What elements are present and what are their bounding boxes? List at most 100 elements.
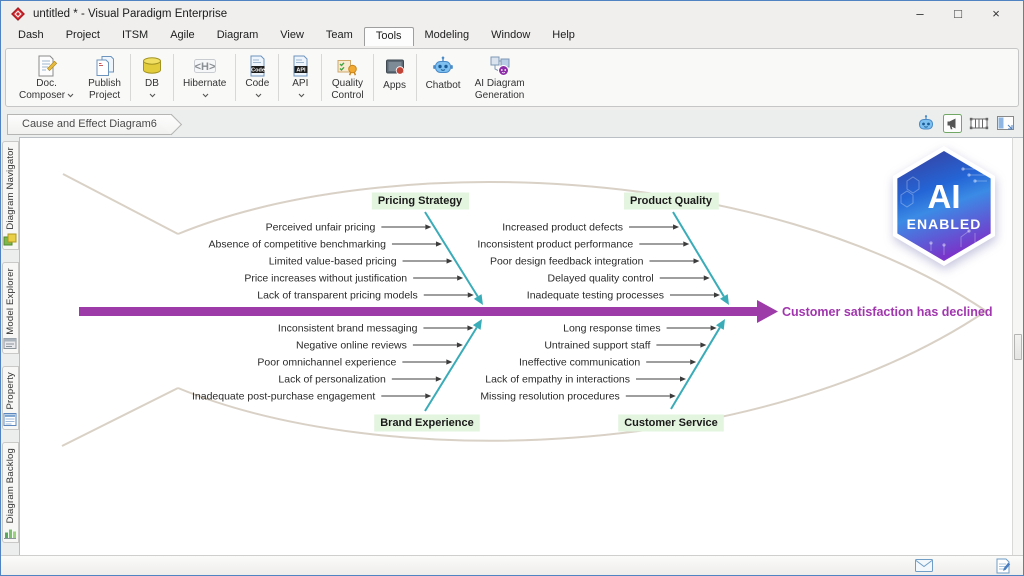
spine-bar[interactable] <box>79 307 757 316</box>
chevron-down-icon <box>147 90 156 102</box>
app-window: untitled * - Visual Paradigm Enterprise … <box>0 0 1024 576</box>
menu-dash[interactable]: Dash <box>7 27 55 46</box>
cause-arrow-head <box>714 292 720 297</box>
statusbar <box>1 555 1023 575</box>
toolbar-separator <box>416 54 417 101</box>
cause-label[interactable]: Delayed quality control <box>548 273 654 285</box>
scrollbar-thumb[interactable] <box>1014 334 1022 360</box>
cause-arrow-head <box>425 393 431 398</box>
menu-window[interactable]: Window <box>480 27 541 46</box>
cause-label[interactable]: Lack of personalization <box>278 374 386 386</box>
code-button[interactable]: CodeCode <box>238 51 276 104</box>
layout-panel-icon[interactable] <box>996 114 1015 133</box>
branch-top-left-head <box>474 294 483 305</box>
close-button[interactable]: × <box>977 2 1015 26</box>
ai-enabled-badge: AI ENABLED <box>886 146 1002 266</box>
menu-team[interactable]: Team <box>315 27 364 46</box>
menu-project[interactable]: Project <box>55 27 111 46</box>
cause-label[interactable]: Negative online reviews <box>296 340 407 352</box>
apps-button[interactable]: Apps <box>376 51 414 104</box>
doc-composer-label: Doc. <box>36 78 57 90</box>
menu-help[interactable]: Help <box>541 27 586 46</box>
cause-label[interactable]: Poor design feedback integration <box>490 256 644 268</box>
category-label[interactable]: Brand Experience <box>380 417 474 429</box>
api-button[interactable]: APIAPI <box>281 51 319 104</box>
titlebar: untitled * - Visual Paradigm Enterprise … <box>1 1 1023 27</box>
publish-project-label: Publish <box>88 78 121 90</box>
ai-diagram-generation-button[interactable]: AI DiagramGeneration <box>468 51 532 104</box>
document-tab[interactable]: Cause and Effect Diagram6 <box>7 114 172 135</box>
cause-label[interactable]: Lack of transparent pricing models <box>257 290 418 302</box>
mail-icon[interactable] <box>915 559 933 572</box>
sidebar-tab-property[interactable]: Property <box>2 366 19 430</box>
doc-composer-button[interactable]: Doc.Composer <box>12 51 81 104</box>
cause-label[interactable]: Ineffective communication <box>519 357 640 369</box>
property-label: Property <box>5 372 16 410</box>
quality-control-button[interactable]: QualityControl <box>324 51 370 104</box>
sidebar-tab-model-explorer[interactable]: Model Explorer <box>2 262 19 355</box>
cause-arrow-head <box>670 393 676 398</box>
spine-arrowhead <box>757 300 778 323</box>
quality-control-label: Control <box>331 90 363 102</box>
branch-bottom-left-head <box>473 319 482 330</box>
menu-itsm[interactable]: ITSM <box>111 27 159 46</box>
sidebar-tab-diagram-navigator[interactable]: Diagram Navigator <box>2 141 19 250</box>
toolbar-separator <box>373 54 374 101</box>
minimize-button[interactable]: – <box>901 2 939 26</box>
cause-label[interactable]: Lack of empathy in interactions <box>485 374 630 386</box>
cause-label[interactable]: Inconsistent product performance <box>477 239 633 251</box>
effect-label[interactable]: Customer satisfaction has declined <box>782 305 992 319</box>
toolbar-separator <box>321 54 322 101</box>
cause-label[interactable]: Perceived unfair pricing <box>266 222 376 234</box>
vertical-scrollbar[interactable] <box>1012 137 1023 555</box>
chatbot-icon <box>431 53 455 80</box>
cause-arrow-head <box>457 342 463 347</box>
cause-label[interactable]: Missing resolution procedures <box>480 391 619 403</box>
maximize-button[interactable]: □ <box>939 2 977 26</box>
cause-label[interactable]: Inadequate post-purchase engagement <box>192 391 375 403</box>
menu-modeling[interactable]: Modeling <box>414 27 481 46</box>
cause-label[interactable]: Limited value-based pricing <box>269 256 397 268</box>
svg-text:Code: Code <box>251 67 265 73</box>
cause-label[interactable]: Inconsistent brand messaging <box>278 323 418 335</box>
category-label[interactable]: Pricing Strategy <box>378 195 463 207</box>
chevron-down-icon <box>296 90 305 102</box>
app-logo-icon <box>11 7 25 21</box>
guide-icon[interactable] <box>943 114 962 133</box>
cause-label[interactable]: Untrained support staff <box>544 340 650 352</box>
cause-arrow-head <box>673 224 679 229</box>
menu-view[interactable]: View <box>269 27 315 46</box>
cause-arrow-head <box>447 258 453 263</box>
cause-arrow-head <box>468 292 474 297</box>
cause-label[interactable]: Price increases without justification <box>244 273 407 285</box>
cause-label[interactable]: Poor omnichannel experience <box>257 357 396 369</box>
diagram-navigator-label: Diagram Navigator <box>5 147 16 230</box>
document-tab-label: Cause and Effect Diagram6 <box>22 118 157 130</box>
cause-label[interactable]: Inadequate testing processes <box>527 290 664 302</box>
category-label[interactable]: Product Quality <box>630 195 713 207</box>
menu-agile[interactable]: Agile <box>159 27 205 46</box>
edit-note-icon[interactable] <box>995 558 1011 574</box>
cause-label[interactable]: Long response times <box>563 323 660 335</box>
sidebar-tab-diagram-backlog[interactable]: Diagram Backlog <box>2 442 19 543</box>
publish-project-button[interactable]: PublishProject <box>81 51 128 104</box>
fit-bounds-icon[interactable] <box>969 114 989 133</box>
quality-control-icon <box>335 53 359 78</box>
cause-label[interactable]: Absence of competitive benchmarking <box>209 239 387 251</box>
cause-arrow-head <box>446 359 452 364</box>
db-button[interactable]: DB <box>133 51 171 104</box>
ai-badge-subtitle: ENABLED <box>907 216 982 232</box>
chatbot-button[interactable]: Chatbot <box>419 51 468 104</box>
chatbot-label: Chatbot <box>426 80 461 92</box>
toolbar: Doc.ComposerPublishProjectDB<H>Hibernate… <box>1 46 1023 110</box>
cause-label[interactable]: Increased product defects <box>502 222 623 234</box>
category-label[interactable]: Customer Service <box>624 417 718 429</box>
fishbone-diagram[interactable]: Customer satisfaction has declined Pricin… <box>20 138 1012 555</box>
branch-bottom-right <box>671 328 720 409</box>
quality-control-label: Quality <box>332 78 363 90</box>
menu-tools[interactable]: Tools <box>364 27 414 46</box>
hibernate-button[interactable]: <H>Hibernate <box>176 51 233 104</box>
chatbot-icon[interactable] <box>916 114 936 133</box>
menu-diagram[interactable]: Diagram <box>206 27 270 46</box>
diagram-canvas[interactable]: Customer satisfaction has declined Pricin… <box>19 137 1012 555</box>
